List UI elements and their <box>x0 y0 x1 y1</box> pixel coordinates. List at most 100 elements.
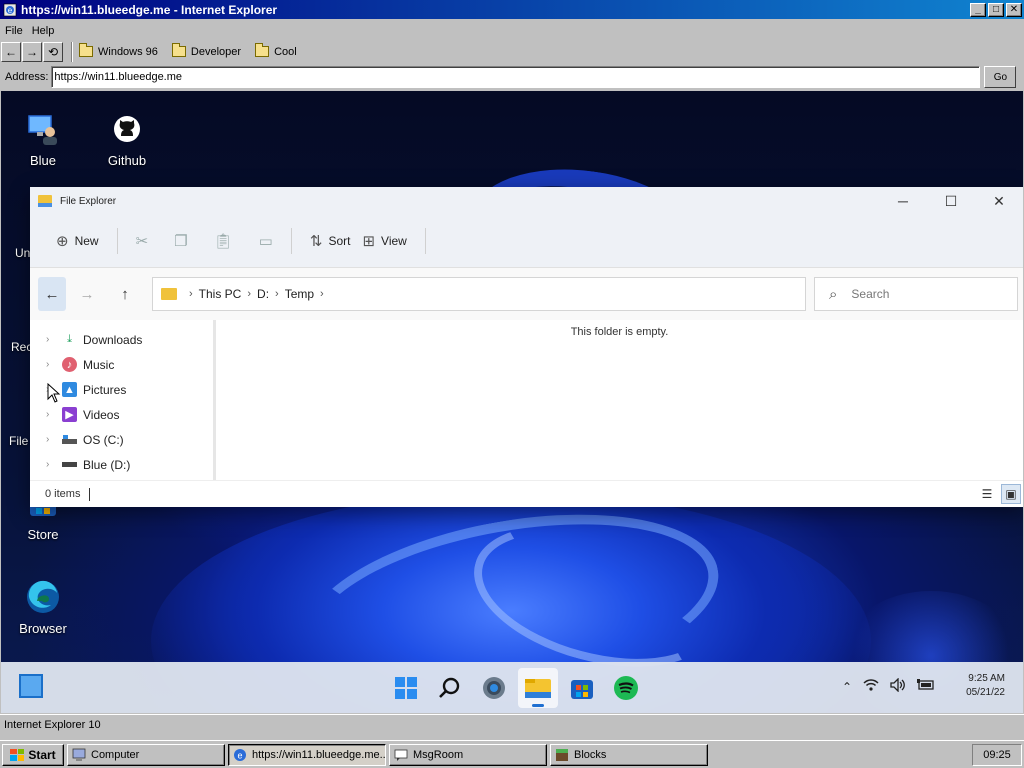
file-explorer-icon <box>38 195 52 207</box>
desktop-icon-label-partial[interactable]: Un <box>15 246 30 260</box>
sort-label: Sort <box>328 234 351 248</box>
chevron-right-icon[interactable]: › <box>46 359 62 370</box>
desktop-icon-browser[interactable]: Browser <box>3 579 83 636</box>
taskbar-spotify-button[interactable] <box>606 668 646 708</box>
sort-button[interactable]: ⇅ Sort <box>304 225 357 257</box>
new-button[interactable]: ⊕ New <box>50 225 105 257</box>
nav-item-blue-d[interactable]: › Blue (D:) <box>30 452 213 477</box>
wifi-icon[interactable] <box>863 679 879 694</box>
drive-c-icon <box>62 432 77 447</box>
task-blocks[interactable]: Blocks <box>550 743 708 766</box>
folder-icon <box>79 43 93 57</box>
chevron-right-icon: › <box>189 288 193 300</box>
battery-icon[interactable] <box>917 679 935 694</box>
nav-item-os-c[interactable]: › OS (C:) <box>30 427 213 452</box>
taskbar-search-button[interactable] <box>430 668 470 708</box>
chevron-right-icon: › <box>275 288 279 300</box>
menu-help[interactable]: Help <box>27 25 59 37</box>
maximize-button[interactable]: ☐ <box>927 187 975 215</box>
close-button[interactable]: ✕ <box>975 187 1023 215</box>
file-list[interactable]: This folder is empty. <box>216 320 1023 480</box>
desktop-icon-label-partial[interactable]: File <box>9 434 28 448</box>
widgets-button[interactable] <box>19 674 43 698</box>
back-button[interactable]: ← <box>38 277 66 311</box>
file-explorer-titlebar[interactable]: File Explorer ─ ☐ ✕ <box>30 187 1023 215</box>
minimize-button[interactable]: _ <box>970 2 986 17</box>
desktop-icon-label: Browser <box>19 621 67 636</box>
taskbar-clock[interactable]: 9:25 AM 05/21/22 <box>966 672 1005 700</box>
search-icon <box>439 677 460 698</box>
task-computer[interactable]: Computer <box>67 743 225 766</box>
address-input[interactable]: https://win11.blueedge.me <box>51 66 981 88</box>
taskbar-explorer-button[interactable] <box>518 668 558 708</box>
favorite-cool[interactable]: Cool <box>255 43 297 58</box>
settings-icon <box>483 677 505 699</box>
nav-item-videos[interactable]: › ▶ Videos <box>30 402 213 427</box>
arrow-left-icon: ← <box>5 44 17 59</box>
music-icon: ♪ <box>62 357 77 372</box>
chevron-up-icon[interactable]: ⌃ <box>842 680 852 694</box>
ie-toolbar: ← → ⟲ Windows 96 Developer Cool <box>0 40 1024 63</box>
search-box[interactable]: ⌕ Search <box>814 277 1018 311</box>
nav-item-label: Videos <box>83 407 120 422</box>
chevron-right-icon[interactable]: › <box>46 434 62 445</box>
sort-icon: ⇅ <box>309 233 323 250</box>
maximize-button[interactable]: □ <box>988 2 1004 17</box>
paste-button[interactable]: 📋︎ <box>208 225 239 257</box>
copy-button[interactable]: ❐ <box>168 225 193 257</box>
store-icon <box>571 680 593 699</box>
nav-item-downloads[interactable]: › ⤓ Downloads <box>30 327 213 352</box>
ie-status-text: Internet Explorer 10 <box>4 718 101 731</box>
close-button[interactable]: ✕ <box>1006 2 1022 17</box>
breadcrumb-item-d[interactable]: D: <box>257 287 269 301</box>
task-msgroom[interactable]: MsgRoom <box>389 743 547 766</box>
desktop-icon-github[interactable]: Github <box>87 111 167 168</box>
tiles-view-button[interactable]: ▣ <box>1001 484 1021 504</box>
nav-item-music[interactable]: › ♪ Music <box>30 352 213 377</box>
ie-titlebar[interactable]: e https://win11.blueedge.me - Internet E… <box>0 0 1024 19</box>
up-button[interactable]: ↑ <box>108 277 142 311</box>
favorite-developer[interactable]: Developer <box>171 43 242 58</box>
chevron-right-icon[interactable]: › <box>46 409 62 420</box>
details-view-button[interactable]: ☰ <box>977 484 997 504</box>
system-clock[interactable]: 09:25 <box>972 744 1022 766</box>
spotify-icon <box>614 676 638 700</box>
taskbar-settings-button[interactable] <box>474 668 514 708</box>
item-count: 0 items <box>45 488 81 500</box>
desktop-icon-blue[interactable]: Blue <box>3 111 83 168</box>
go-button[interactable]: Go <box>984 66 1017 88</box>
rename-button[interactable]: ▭ <box>253 225 279 257</box>
tiles-view-icon: ▣ <box>1005 487 1017 501</box>
minimize-button[interactable]: ─ <box>879 187 927 215</box>
ie-forward-button[interactable]: → <box>22 41 42 62</box>
chevron-right-icon[interactable]: › <box>46 334 62 345</box>
start-label: Start <box>28 747 56 762</box>
task-internet-explorer[interactable]: e https://win11.blueedge.me... <box>228 743 386 766</box>
menu-file[interactable]: File <box>0 25 27 37</box>
ie-refresh-button[interactable]: ⟲ <box>43 41 63 62</box>
ie-menubar: File Help <box>0 22 58 40</box>
navigation-bar: ← → ↑ › This PC › D: › Temp › ⌕ Search <box>30 268 1023 320</box>
cut-button[interactable]: ✂ <box>130 225 155 257</box>
breadcrumb[interactable]: › This PC › D: › Temp › <box>152 277 806 311</box>
ie-back-button[interactable]: ← <box>1 41 21 62</box>
start-button[interactable]: Start <box>2 743 64 766</box>
arrow-right-icon: → <box>79 285 95 303</box>
forward-button[interactable]: → <box>70 277 104 311</box>
plus-circle-icon: ⊕ <box>56 233 69 250</box>
favorite-windows-96[interactable]: Windows 96 <box>79 43 158 58</box>
breadcrumb-item-this-pc[interactable]: This PC <box>199 287 242 301</box>
chat-icon <box>394 749 408 761</box>
task-label: MsgRoom <box>413 748 464 761</box>
folder-icon <box>255 43 270 57</box>
windows-logo-icon <box>10 748 25 761</box>
favorite-label: Developer <box>190 45 242 58</box>
file-explorer-icon <box>525 679 551 698</box>
computer-icon <box>72 748 86 761</box>
chevron-right-icon[interactable]: › <box>46 459 62 470</box>
taskbar-store-button[interactable] <box>562 668 602 708</box>
breadcrumb-item-temp[interactable]: Temp <box>285 287 314 301</box>
volume-icon[interactable] <box>890 677 906 695</box>
start-button[interactable] <box>386 668 426 708</box>
view-button[interactable]: ⊞ View <box>356 225 412 257</box>
